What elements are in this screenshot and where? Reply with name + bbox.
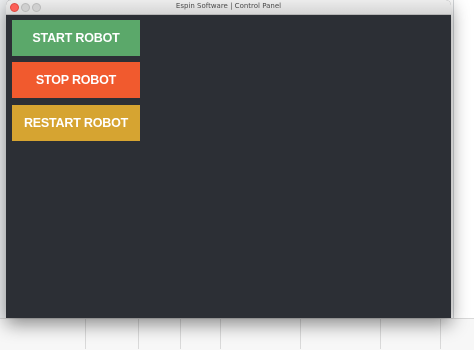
title-bar[interactable]: Espin Software | Control Panel [6, 0, 451, 15]
restart-robot-button[interactable]: RESTART ROBOT [12, 105, 140, 141]
start-robot-button[interactable]: START ROBOT [12, 20, 140, 56]
background-grid-line [138, 318, 139, 349]
control-panel-window: Espin Software | Control Panel START ROB… [6, 0, 451, 318]
background-grid-line [300, 318, 301, 349]
background-grid-line [85, 318, 86, 349]
stop-robot-button[interactable]: STOP ROBOT [12, 62, 140, 98]
background-grid-line [380, 318, 381, 349]
background-grid-row [0, 318, 474, 350]
background-grid-line [220, 318, 221, 349]
background-grid-line [180, 318, 181, 349]
background-right-panel [453, 0, 474, 318]
background-grid-line [440, 318, 441, 349]
window-title: Espin Software | Control Panel [175, 2, 282, 10]
control-panel-content: START ROBOT STOP ROBOT RESTART ROBOT [6, 15, 451, 318]
